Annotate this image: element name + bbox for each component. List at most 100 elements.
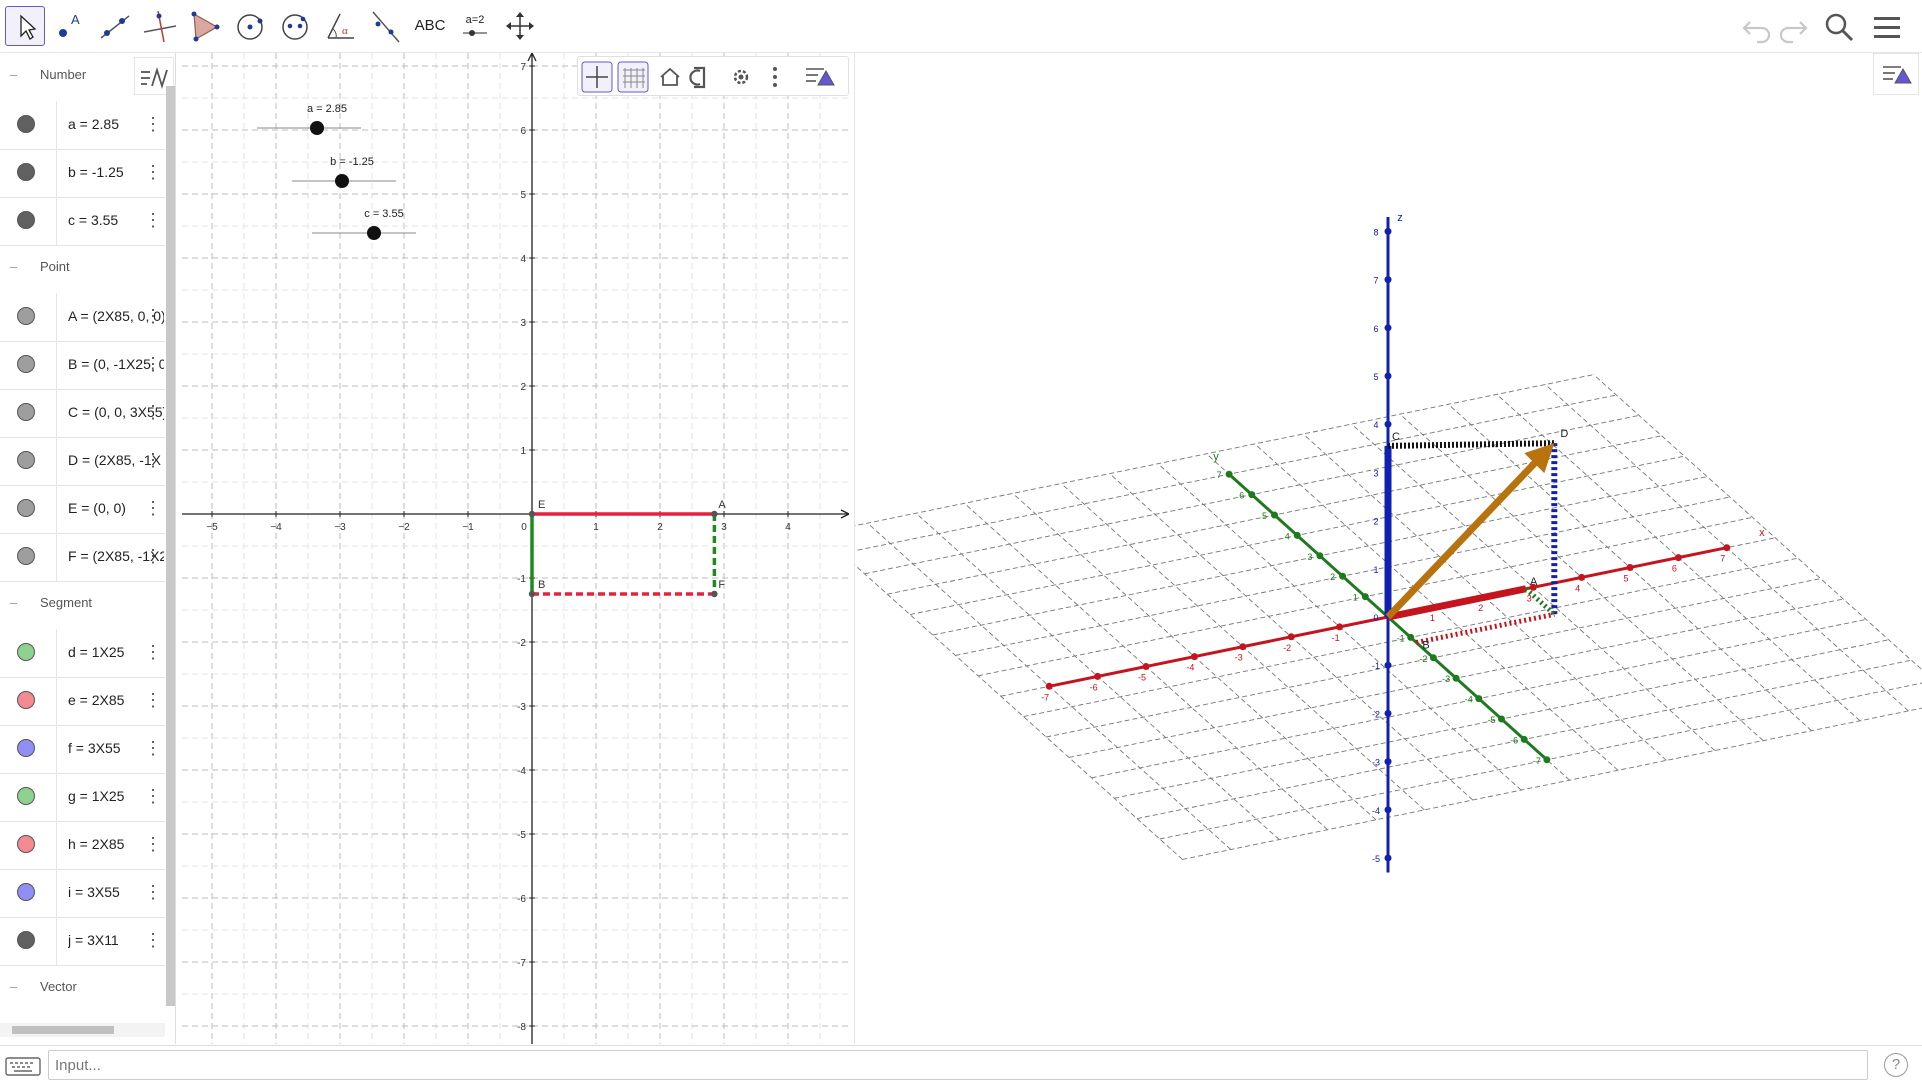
- point-e[interactable]: [528, 510, 536, 518]
- collapse-icon[interactable]: –: [10, 259, 17, 274]
- help-icon[interactable]: ?: [1884, 1053, 1908, 1077]
- toggle-3d-style-bar-icon[interactable]: [1873, 53, 1919, 95]
- algebra-item[interactable]: g = 1X25 ⋮: [0, 773, 165, 822]
- menu-icon[interactable]: [1870, 10, 1904, 44]
- item-menu-icon[interactable]: ⋮: [144, 497, 162, 519]
- item-menu-icon[interactable]: ⋮: [144, 737, 162, 759]
- visibility-toggle[interactable]: [17, 115, 35, 133]
- algebra-item[interactable]: F = (2X85, -1X2 ⋮: [0, 533, 165, 582]
- algebra-item[interactable]: i = 3X55 ⋮: [0, 869, 165, 918]
- keyboard-icon[interactable]: [3, 1052, 43, 1080]
- item-menu-icon[interactable]: ⋮: [144, 353, 162, 375]
- item-menu-icon[interactable]: ⋮: [144, 785, 162, 807]
- item-menu-icon[interactable]: ⋮: [144, 929, 162, 951]
- item-menu-icon[interactable]: ⋮: [144, 449, 162, 471]
- slider-knob[interactable]: [367, 226, 381, 240]
- item-menu-icon[interactable]: ⋮: [144, 305, 162, 327]
- visibility-toggle[interactable]: [17, 451, 35, 469]
- z-tick-label-3d: 6: [1373, 324, 1378, 334]
- item-menu-icon[interactable]: ⋮: [144, 881, 162, 903]
- algebra-item[interactable]: E = (0, 0) ⋮: [0, 485, 165, 534]
- algebra-item[interactable]: c = 3.55 ⋮: [0, 197, 165, 246]
- item-menu-icon[interactable]: ⋮: [144, 641, 162, 663]
- home-icon[interactable]: [660, 67, 680, 86]
- angle-tool-button[interactable]: α: [320, 6, 360, 46]
- settings-gear-icon[interactable]: [733, 69, 749, 85]
- visibility-toggle[interactable]: [17, 211, 35, 229]
- visibility-toggle[interactable]: [17, 643, 35, 661]
- redo-icon[interactable]: [1776, 10, 1810, 44]
- undo-icon[interactable]: [1740, 10, 1774, 44]
- algebra-item[interactable]: D = (2X85, -1X ⋮: [0, 437, 165, 486]
- group-header-segment[interactable]: – Segment: [0, 581, 165, 625]
- algebra-item[interactable]: a = 2.85 ⋮: [0, 101, 165, 150]
- algebra-item[interactable]: f = 3X55 ⋮: [0, 725, 165, 774]
- segment-h-3d: [1415, 611, 1555, 645]
- algebra-item[interactable]: C = (0, 0, 3X55) ⋮: [0, 389, 165, 438]
- item-menu-icon[interactable]: ⋮: [144, 689, 162, 711]
- slider-tool-button[interactable]: a=2: [455, 6, 495, 46]
- visibility-toggle[interactable]: [17, 355, 35, 373]
- move-graphics-view-tool-button[interactable]: [500, 6, 540, 46]
- line-tool-button[interactable]: [95, 6, 135, 46]
- item-menu-icon[interactable]: ⋮: [144, 209, 162, 231]
- algebra-vertical-scrollbar[interactable]: [166, 86, 175, 1006]
- visibility-toggle[interactable]: [17, 547, 35, 565]
- move-tool-button[interactable]: [5, 6, 45, 46]
- circle-tool-button[interactable]: [230, 6, 270, 46]
- visibility-toggle[interactable]: [17, 883, 35, 901]
- algebra-item[interactable]: A = (2X85, 0, 0) ⋮: [0, 293, 165, 342]
- search-icon[interactable]: [1822, 10, 1856, 44]
- group-header-vector[interactable]: – Vector: [0, 965, 165, 1009]
- scrollbar-thumb[interactable]: [12, 1026, 114, 1034]
- algebra-input-field[interactable]: [48, 1050, 1868, 1080]
- algebra-item[interactable]: d = 1X25 ⋮: [0, 629, 165, 678]
- algebra-item[interactable]: h = 2X85 ⋮: [0, 821, 165, 870]
- group-header-point[interactable]: – Point: [0, 245, 165, 289]
- graphics-2d-canvas[interactable]: −5 −4 −3 −2 −1 0 1 2 3 4 7 6 5 4 3 2 1 -1 -2 -3 -4 -5 -6 -7 -8 E A…: [182, 53, 849, 1044]
- slider-knob[interactable]: [310, 121, 324, 135]
- polygon-tool-button[interactable]: [185, 6, 225, 46]
- visibility-toggle[interactable]: [17, 403, 35, 421]
- text-tool-button[interactable]: ABC: [410, 6, 450, 46]
- ellipse-tool-button[interactable]: [275, 6, 315, 46]
- collapse-icon[interactable]: –: [10, 979, 17, 994]
- x-tick-label-3d: 5: [1623, 574, 1628, 584]
- item-menu-icon[interactable]: ⋮: [144, 161, 162, 183]
- item-menu-icon[interactable]: ⋮: [144, 833, 162, 855]
- algebra-item[interactable]: B = (0, -1X25, 0) ⋮: [0, 341, 165, 390]
- point-a[interactable]: [711, 510, 718, 518]
- slider-knob[interactable]: [335, 174, 349, 188]
- row-divider: [56, 869, 57, 917]
- graphics-3d-canvas[interactable]: -7 -6 -5 -4 -3 -2 -1 1 2 3 4 5 6 7 1 2 3 4 5 6 7 -1 -2 -3 -4 -5 -6…: [855, 53, 1922, 1044]
- toggle-axes-icon[interactable]: [581, 61, 613, 93]
- visibility-toggle[interactable]: [17, 691, 35, 709]
- visibility-toggle[interactable]: [17, 739, 35, 757]
- collapse-icon[interactable]: –: [10, 595, 17, 610]
- visibility-toggle[interactable]: [17, 931, 35, 949]
- graphics-view-2d[interactable]: −5 −4 −3 −2 −1 0 1 2 3 4 7 6 5 4 3 2 1 -1 -2 -3 -4 -5 -6 -7 -8 E A…: [182, 53, 849, 1044]
- point-f[interactable]: [711, 590, 718, 598]
- perpendicular-line-tool-button[interactable]: [140, 6, 180, 46]
- more-options-icon[interactable]: [773, 67, 777, 87]
- toggle-grid-icon[interactable]: [617, 61, 649, 93]
- point-tool-button[interactable]: A: [50, 6, 90, 46]
- visibility-toggle[interactable]: [17, 835, 35, 853]
- item-menu-icon[interactable]: ⋮: [144, 113, 162, 135]
- visibility-toggle[interactable]: [17, 787, 35, 805]
- visibility-toggle[interactable]: [17, 163, 35, 181]
- reflect-tool-button[interactable]: [365, 6, 405, 46]
- visibility-toggle[interactable]: [17, 499, 35, 517]
- visibility-toggle[interactable]: [17, 307, 35, 325]
- algebra-horizontal-scrollbar[interactable]: [0, 1023, 165, 1037]
- toggle-style-bar-icon[interactable]: [806, 68, 835, 86]
- point-b[interactable]: [528, 590, 536, 598]
- item-menu-icon[interactable]: ⋮: [144, 401, 162, 423]
- graphics-view-3d[interactable]: -7 -6 -5 -4 -3 -2 -1 1 2 3 4 5 6 7 1 2 3 4 5 6 7 -1 -2 -3 -4 -5 -6…: [854, 53, 1922, 1044]
- point-capture-icon[interactable]: [689, 66, 706, 89]
- algebra-item[interactable]: b = -1.25 ⋮: [0, 149, 165, 198]
- collapse-icon[interactable]: –: [10, 67, 17, 82]
- algebra-item[interactable]: e = 2X85 ⋮: [0, 677, 165, 726]
- algebra-item[interactable]: j = 3X11 ⋮: [0, 917, 165, 966]
- item-menu-icon[interactable]: ⋮: [144, 545, 162, 567]
